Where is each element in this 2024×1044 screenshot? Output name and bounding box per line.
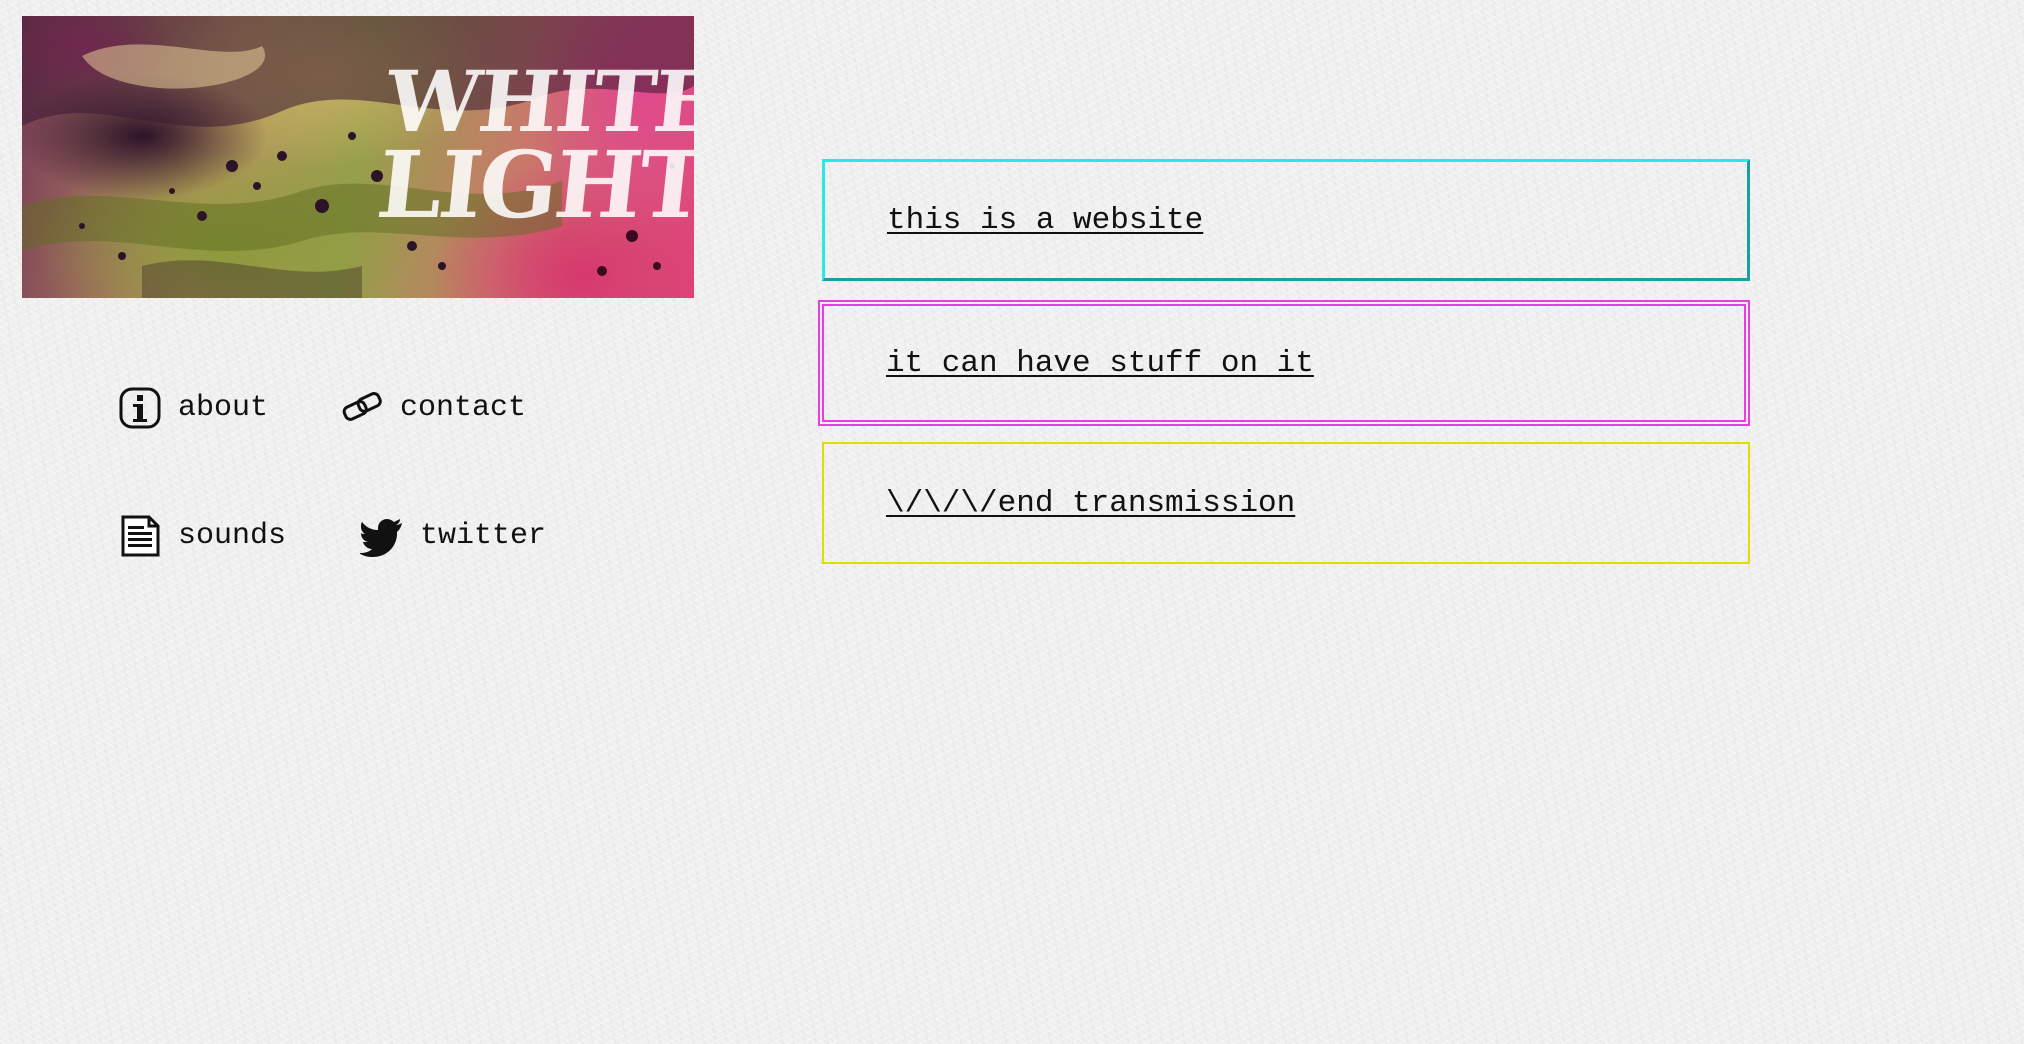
nav-sounds-link[interactable]: sounds (118, 514, 286, 558)
stuff-link[interactable]: it can have stuff on it (886, 346, 1314, 381)
nav-contact-link[interactable]: contact (340, 386, 526, 430)
nav-sounds-label: sounds (178, 519, 287, 553)
twitter-bird-icon (360, 514, 404, 558)
logo-word-1: WHITE (381, 52, 694, 151)
nav-about-label: about (178, 391, 269, 425)
white-light-logo: WHITE LIGHT (372, 52, 694, 239)
header-banner-image: WHITE LIGHT (22, 16, 694, 298)
end-transmission-link[interactable]: \/\/\/end transmission (886, 486, 1295, 521)
website-box: this is a website (822, 159, 1750, 281)
logo-word-2: LIGHT (372, 130, 694, 239)
nav-contact-label: contact (400, 391, 527, 425)
chain-link-icon (340, 386, 384, 430)
website-link[interactable]: this is a website (887, 203, 1203, 238)
stuff-box: it can have stuff on it (818, 300, 1750, 426)
nav-twitter-label: twitter (420, 519, 547, 553)
info-icon (118, 386, 162, 430)
document-icon (118, 514, 162, 558)
end-transmission-box: \/\/\/end transmission (822, 442, 1750, 564)
nav-about-link[interactable]: about (118, 386, 268, 430)
nav-twitter-link[interactable]: twitter (360, 514, 546, 558)
